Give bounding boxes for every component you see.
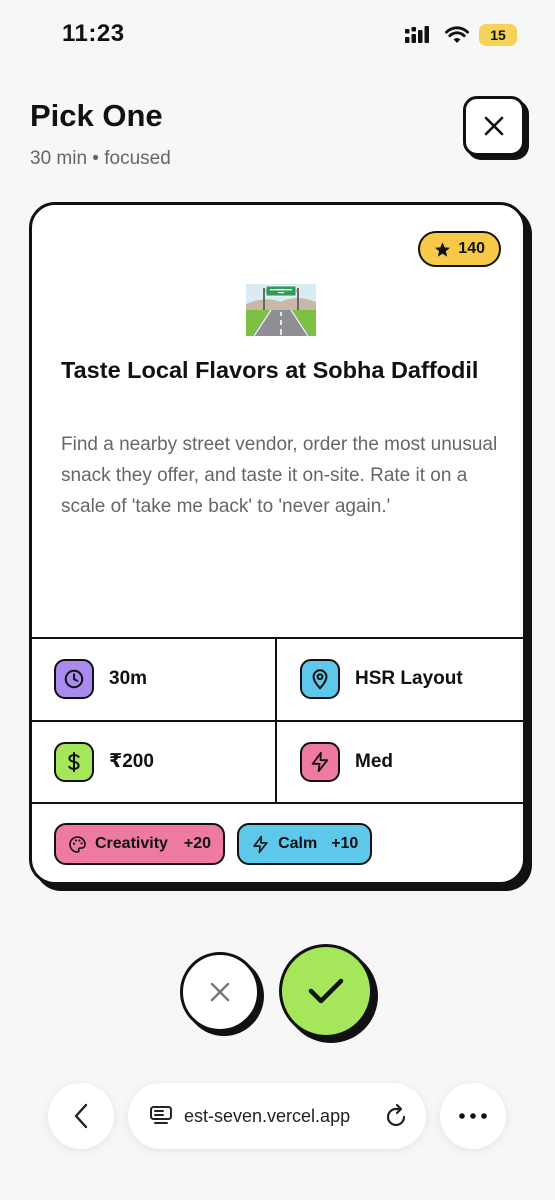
close-icon: [484, 116, 504, 136]
points-value: 140: [458, 240, 485, 257]
quest-card: 140 Taste Local Flavors at Sobha Daffodi…: [29, 202, 526, 885]
stats-row: ₹200 Med: [32, 721, 523, 804]
points-badge: 140: [418, 231, 501, 267]
tag-value: +20: [183, 835, 212, 852]
more-dots-icon: [459, 1113, 487, 1119]
clock-icon: [64, 669, 84, 689]
close-icon: [210, 982, 230, 1002]
quest-title: Taste Local Flavors at Sobha Daffodil: [61, 357, 479, 383]
page-title: Pick One: [30, 98, 163, 133]
palette-icon: [69, 835, 86, 853]
cellular-signal-icon: [405, 26, 429, 43]
clock-icon-badge: [54, 659, 94, 700]
browser-toolbar: est-seven.vercel.app: [0, 1076, 555, 1160]
close-button-container: [463, 96, 529, 160]
duration-stat: 30m: [32, 639, 277, 720]
dollar-icon-badge: [54, 741, 94, 782]
effort-value: Med: [355, 750, 393, 772]
map-pin-icon: [312, 669, 328, 690]
battery-indicator: 15: [479, 24, 517, 46]
bolt-icon-badge: [300, 741, 340, 782]
checkmark-icon: [308, 978, 344, 1004]
page-subtitle: 30 min • focused: [30, 148, 171, 169]
status-time: 11:23: [62, 20, 125, 47]
close-button[interactable]: [463, 96, 525, 156]
dollar-icon: [68, 751, 80, 772]
app-screen: 11:23 15 Pick One 30 min • focused 140 T…: [0, 0, 555, 1200]
reject-button[interactable]: [180, 952, 260, 1032]
quest-card-container: 140 Taste Local Flavors at Sobha Daffodi…: [29, 202, 532, 891]
creativity-tag: Creativity +20: [54, 823, 226, 865]
effort-stat: Med: [277, 722, 523, 803]
status-bar: 11:23 15: [0, 0, 555, 72]
location-value: HSR Layout: [355, 668, 463, 690]
tag-label: Creativity: [95, 835, 168, 852]
quest-stats: 30m HSR Layout ₹200 Med Creativity +20 C…: [32, 637, 523, 865]
tag-value: +10: [331, 835, 359, 852]
accept-button[interactable]: [279, 944, 373, 1038]
address-bar[interactable]: est-seven.vercel.app: [128, 1083, 426, 1149]
more-options-button[interactable]: [440, 1083, 506, 1149]
page-menu-icon: [150, 1106, 172, 1124]
back-button[interactable]: [48, 1083, 114, 1149]
calm-tag: Calm +10: [237, 823, 373, 865]
wifi-icon: [445, 26, 469, 43]
reload-icon[interactable]: [384, 1103, 408, 1129]
url-text: est-seven.vercel.app: [184, 1105, 351, 1126]
tag-label: Calm: [278, 835, 318, 852]
stats-row: 30m HSR Layout: [32, 639, 523, 722]
reward-tags: Creativity +20 Calm +10: [32, 804, 523, 865]
motorway-emoji-icon: [246, 284, 316, 336]
star-icon: [435, 241, 451, 257]
reject-button-container: [180, 952, 264, 1036]
lightning-bolt-icon: [311, 751, 329, 772]
lightning-bolt-icon: [253, 835, 268, 853]
accept-button-container: [279, 944, 379, 1044]
duration-value: 30m: [109, 668, 148, 690]
quest-description: Find a nearby street vendor, order the m…: [61, 434, 498, 517]
chevron-left-icon: [74, 1103, 88, 1129]
cost-value: ₹200: [109, 751, 154, 773]
location-stat: HSR Layout: [277, 639, 523, 720]
cost-stat: ₹200: [32, 721, 277, 802]
pin-icon-badge: [300, 659, 340, 700]
status-icons: 15: [405, 24, 517, 46]
